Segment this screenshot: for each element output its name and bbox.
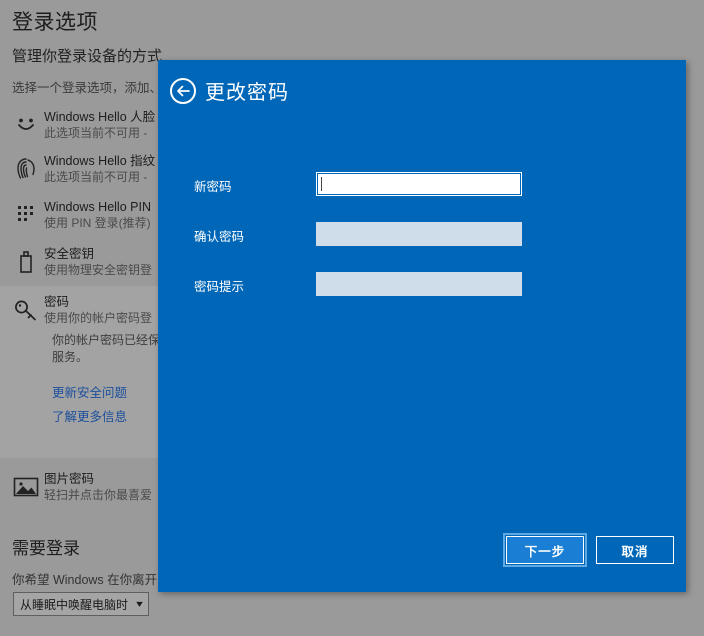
change-password-dialog: 更改密码 新密码 确认密码 密码提示 下一步 取消 (158, 60, 686, 592)
new-password-input[interactable] (316, 172, 522, 196)
password-note-line-2: 服务。 (52, 350, 89, 364)
password-account-note: 你的帐户密码已经保 服务。 (52, 332, 160, 366)
page-subtitle: 管理你登录设备的方式 (12, 48, 163, 65)
next-button[interactable]: 下一步 (503, 533, 587, 567)
option-subtitle: 使用 PIN 登录(推荐) (44, 216, 151, 230)
option-subtitle: 此选项当前不可用 - (44, 170, 148, 184)
fingerprint-icon (8, 152, 44, 186)
label-new-password: 新密码 (194, 180, 232, 194)
option-title: 安全密钥 (44, 247, 95, 261)
option-subtitle: 轻扫并点击你最喜爱 (44, 488, 153, 502)
option-title: Windows Hello 人脸 (44, 110, 156, 124)
dialog-header: 更改密码 (170, 76, 289, 105)
key-icon (8, 293, 44, 327)
face-icon (8, 108, 44, 142)
label-confirm-password: 确认密码 (194, 230, 245, 244)
confirm-password-input[interactable] (316, 222, 522, 246)
label-password-hint: 密码提示 (194, 280, 245, 294)
form-row-password-hint: 密码提示 (158, 272, 686, 298)
pin-keypad-icon (8, 198, 44, 232)
option-title: 图片密码 (44, 472, 95, 486)
option-subtitle: 此选项当前不可用 - (44, 126, 148, 140)
page-title: 登录选项 (12, 11, 98, 34)
section-description-signin-required: 你希望 Windows 在你离开E (12, 573, 166, 587)
signin-required-selected-value: 从睡眠中唤醒电脑时 (20, 597, 129, 612)
option-subtitle: 使用物理安全密钥登 (44, 263, 153, 277)
dialog-title: 更改密码 (205, 82, 289, 104)
option-title: Windows Hello 指纹 (44, 154, 156, 168)
password-hint-input[interactable] (316, 272, 522, 296)
page-description: 选择一个登录选项，添加、 (12, 81, 163, 95)
cancel-button[interactable]: 取消 (596, 536, 674, 564)
chevron-down-icon: ▾ (136, 598, 143, 610)
option-subtitle: 使用你的帐户密码登 (44, 311, 153, 325)
signin-required-dropdown[interactable]: 从睡眠中唤醒电脑时 ▾ (13, 592, 149, 616)
option-title: 密码 (44, 295, 70, 309)
dialog-button-bar: 下一步 取消 (503, 533, 674, 567)
option-title: Windows Hello PIN (44, 200, 151, 214)
form-row-confirm-password: 确认密码 (158, 222, 686, 248)
picture-icon (8, 470, 44, 504)
back-arrow-icon[interactable] (170, 77, 196, 104)
link-learn-more[interactable]: 了解更多信息 (52, 406, 127, 425)
section-title-signin-required: 需要登录 (12, 539, 80, 558)
form-row-new-password: 新密码 (158, 172, 686, 198)
text-caret (321, 177, 322, 191)
security-key-icon (8, 245, 44, 279)
link-update-security-questions[interactable]: 更新安全问题 (52, 382, 127, 401)
password-note-line-1: 你的帐户密码已经保 (52, 333, 161, 347)
